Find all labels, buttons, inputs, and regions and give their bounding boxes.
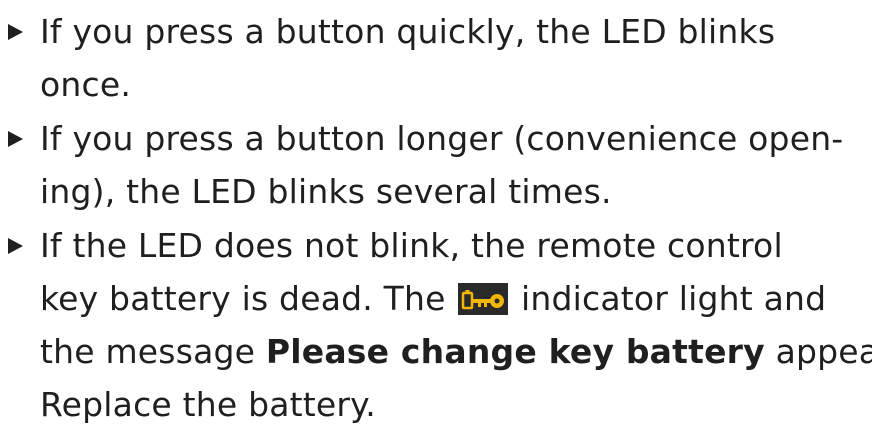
triangle-bullet-icon	[8, 238, 23, 254]
text-line: Replace the battery.	[40, 385, 376, 424]
text-line: the message Please change key battery ap…	[40, 325, 872, 378]
warning-message: Please change key battery	[265, 332, 765, 371]
manual-page: If you press a button quickly, the LED b…	[0, 0, 872, 427]
text-segment: key battery is dead. The	[40, 279, 457, 318]
text-line: ing), the LED blinks several times.	[40, 172, 612, 211]
text-segment: indicator light and	[510, 279, 827, 318]
list-item: If you press a button longer (convenienc…	[0, 112, 872, 218]
text-segment: appear.	[775, 332, 872, 371]
triangle-bullet-icon	[8, 131, 23, 147]
triangle-bullet-icon	[8, 24, 23, 40]
text-segment: the message	[40, 332, 266, 371]
key-battery-warning-icon	[458, 283, 509, 315]
text-line: once.	[40, 65, 132, 104]
text-line: If you press a button quickly, the LED b…	[40, 12, 776, 51]
list-item: If you press a button quickly, the LED b…	[0, 5, 872, 111]
text-line: key battery is dead. The indicator light…	[40, 272, 872, 325]
text-line: If you press a button longer (convenienc…	[40, 119, 844, 158]
list-item: If the LED does not blink, the remote co…	[0, 219, 872, 431]
text-line: If the LED does not blink, the remote co…	[40, 226, 783, 265]
